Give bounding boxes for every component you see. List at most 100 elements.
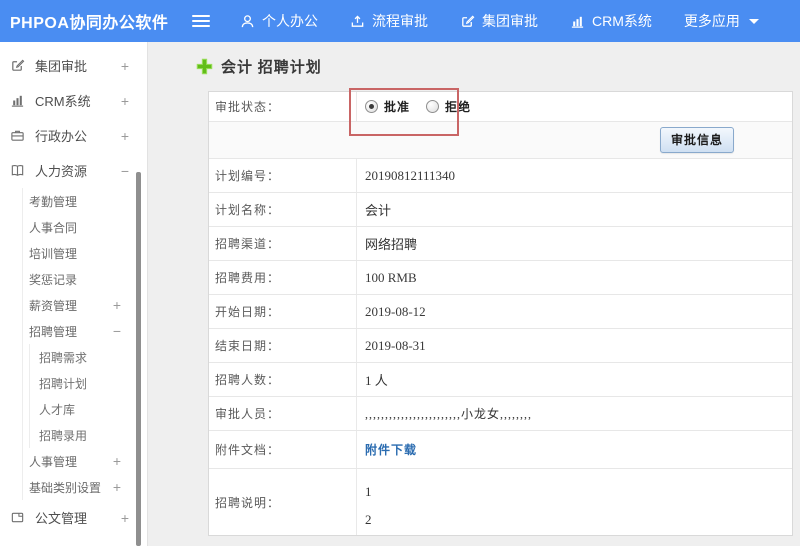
expand-toggle[interactable]: + xyxy=(121,59,129,73)
nav-label: 集团审批 xyxy=(482,13,538,29)
top-navigation: 个人办公 流程审批 集团审批 CRM系统 更多应用 xyxy=(240,11,759,31)
expand-toggle[interactable]: + xyxy=(121,94,129,108)
row-value: 1 人 xyxy=(365,373,388,388)
sidebar-item-label: 人力资源 xyxy=(35,164,88,179)
sidebar-item-label: 集团审批 xyxy=(35,59,88,74)
sidebar-item-label: 人事管理 xyxy=(29,454,78,469)
row-label: 审批人员： xyxy=(209,397,357,430)
sidebar-item-personnel-mgmt[interactable]: 人事管理 + xyxy=(23,448,147,474)
expand-toggle[interactable]: + xyxy=(113,480,121,494)
sidebar-item-talent-pool[interactable]: 人才库 xyxy=(30,396,147,422)
row-label: 招聘人数： xyxy=(209,363,357,396)
edit-icon xyxy=(10,58,26,74)
sidebar-item-label: 公文管理 xyxy=(35,511,88,526)
upload-icon xyxy=(350,14,365,29)
form-row-attachment: 附件文档： 附件下载 xyxy=(209,431,792,469)
green-plus-icon xyxy=(196,58,213,75)
sidebar-item-training[interactable]: 培训管理 xyxy=(23,240,147,266)
row-value: 2019-08-12 xyxy=(365,303,426,319)
bar-chart-icon xyxy=(10,93,26,109)
status-radio-group: 批准 拒绝 xyxy=(357,92,792,121)
sidebar-item-label: 基础类别设置 xyxy=(29,480,102,495)
row-value: 100 RMB xyxy=(365,269,417,285)
sidebar-item-label: 招聘管理 xyxy=(29,324,78,339)
expand-toggle[interactable]: + xyxy=(113,298,121,312)
sidebar-item-label: 薪资管理 xyxy=(29,298,78,313)
approval-info-button[interactable]: 审批信息 xyxy=(659,127,734,153)
sidebar-item-vehicle-mgmt[interactable]: 用车管理 + xyxy=(0,535,147,546)
person-icon xyxy=(240,14,255,29)
row-label: 计划名称： xyxy=(209,193,357,226)
approve-radio-label[interactable]: 批准 xyxy=(384,98,410,115)
sidebar-item-label: 人才库 xyxy=(39,402,76,417)
expand-toggle[interactable]: + xyxy=(113,454,121,468)
nav-personal-office[interactable]: 个人办公 xyxy=(240,11,318,31)
briefcase-icon xyxy=(10,128,26,144)
recruit-submenu: 招聘需求 招聘计划 人才库 招聘录用 xyxy=(29,344,147,448)
approve-radio[interactable] xyxy=(365,100,378,113)
sidebar-item-base-category[interactable]: 基础类别设置 + xyxy=(23,474,147,500)
form-row-channel: 招聘渠道： 网络招聘 xyxy=(209,227,792,261)
recruitment-plan-form: 审批状态： 批准 拒绝 审批信息 计划编号： 20190812111340 计划… xyxy=(208,88,793,536)
sidebar-item-label: 招聘计划 xyxy=(39,376,88,391)
row-label: 招聘说明： xyxy=(209,469,357,535)
sidebar-item-group-approval[interactable]: 集团审批 + xyxy=(0,48,147,83)
bar-chart-icon xyxy=(570,14,585,29)
nav-group-approval[interactable]: 集团审批 xyxy=(460,11,538,31)
sidebar-item-hr[interactable]: 人力资源 − xyxy=(0,153,147,188)
form-row-headcount: 招聘人数： 1 人 xyxy=(209,363,792,397)
row-value: 20190812111340 xyxy=(365,167,456,183)
reject-radio-label[interactable]: 拒绝 xyxy=(445,98,471,115)
caret-down-icon xyxy=(748,18,759,24)
sidebar-item-recruit-plan[interactable]: 招聘计划 xyxy=(30,370,147,396)
expand-toggle[interactable]: + xyxy=(121,129,129,143)
nav-label: 个人办公 xyxy=(262,13,318,29)
document-icon xyxy=(10,510,26,526)
sidebar-item-label: CRM系统 xyxy=(35,94,91,109)
sidebar-item-recruit-hire[interactable]: 招聘录用 xyxy=(30,422,147,448)
row-value: ,,,,,,,,,,,,,,,,,,,,,,,,小龙女,,,,,,,, xyxy=(365,407,533,421)
description-line: 2 xyxy=(365,512,372,527)
description-line: 1 xyxy=(365,484,372,499)
form-row-plan-name: 计划名称： 会计 xyxy=(209,193,792,227)
form-row-plan-number: 计划编号： 20190812111340 xyxy=(209,159,792,193)
row-label: 招聘渠道： xyxy=(209,227,357,260)
topbar: PHPOA协同办公软件 个人办公 流程审批 集团审批 CRM系统 更多应用 xyxy=(0,0,800,42)
collapse-toggle[interactable]: − xyxy=(113,324,121,338)
sidebar-item-hr-contract[interactable]: 人事合同 xyxy=(23,214,147,240)
row-label: 招聘费用： xyxy=(209,261,357,294)
app-logo[interactable]: PHPOA协同办公软件 xyxy=(0,9,192,33)
expand-toggle[interactable]: + xyxy=(121,511,129,525)
row-value: 2019-08-31 xyxy=(365,337,426,353)
reject-radio[interactable] xyxy=(426,100,440,113)
sidebar-item-rewards[interactable]: 奖惩记录 xyxy=(23,266,147,292)
row-value: 会计 xyxy=(365,203,392,218)
attachment-download-link[interactable]: 附件下载 xyxy=(365,441,417,458)
sidebar-item-label: 招聘需求 xyxy=(39,350,88,365)
hamburger-menu-icon[interactable] xyxy=(192,15,210,27)
sidebar-item-attendance[interactable]: 考勤管理 xyxy=(23,188,147,214)
form-row-approvers: 审批人员： ,,,,,,,,,,,,,,,,,,,,,,,,小龙女,,,,,,,… xyxy=(209,397,792,431)
nav-crm[interactable]: CRM系统 xyxy=(570,11,652,31)
nav-label: CRM系统 xyxy=(592,13,652,29)
edit-icon xyxy=(460,14,475,29)
collapse-toggle[interactable]: − xyxy=(121,164,129,178)
sidebar-item-admin-office[interactable]: 行政办公 + xyxy=(0,118,147,153)
row-label: 审批状态： xyxy=(209,92,357,121)
form-row-button: 审批信息 xyxy=(209,122,792,159)
nav-more-apps[interactable]: 更多应用 xyxy=(684,11,759,31)
form-row-cost: 招聘费用： 100 RMB xyxy=(209,261,792,295)
main-panel: 会计 招聘计划 审批状态： 批准 拒绝 审批信息 计划编号： 201908121… xyxy=(148,42,800,546)
form-row-status: 审批状态： 批准 拒绝 xyxy=(209,88,792,136)
sidebar-item-document-mgmt[interactable]: 公文管理 + xyxy=(0,500,147,535)
sidebar-item-label: 培训管理 xyxy=(29,246,78,261)
form-row-start-date: 开始日期： 2019-08-12 xyxy=(209,295,792,329)
sidebar-item-recruit-mgmt[interactable]: 招聘管理 − xyxy=(23,318,147,344)
nav-process-approval[interactable]: 流程审批 xyxy=(350,11,428,31)
sidebar-item-salary[interactable]: 薪资管理 + xyxy=(23,292,147,318)
sidebar-item-crm[interactable]: CRM系统 + xyxy=(0,83,147,118)
sidebar-scrollbar[interactable] xyxy=(136,172,141,546)
hr-submenu: 考勤管理 人事合同 培训管理 奖惩记录 薪资管理 + 招聘管理 − 招聘需求 招… xyxy=(22,188,147,500)
nav-label: 流程审批 xyxy=(372,13,428,29)
sidebar-item-recruit-demand[interactable]: 招聘需求 xyxy=(30,344,147,370)
